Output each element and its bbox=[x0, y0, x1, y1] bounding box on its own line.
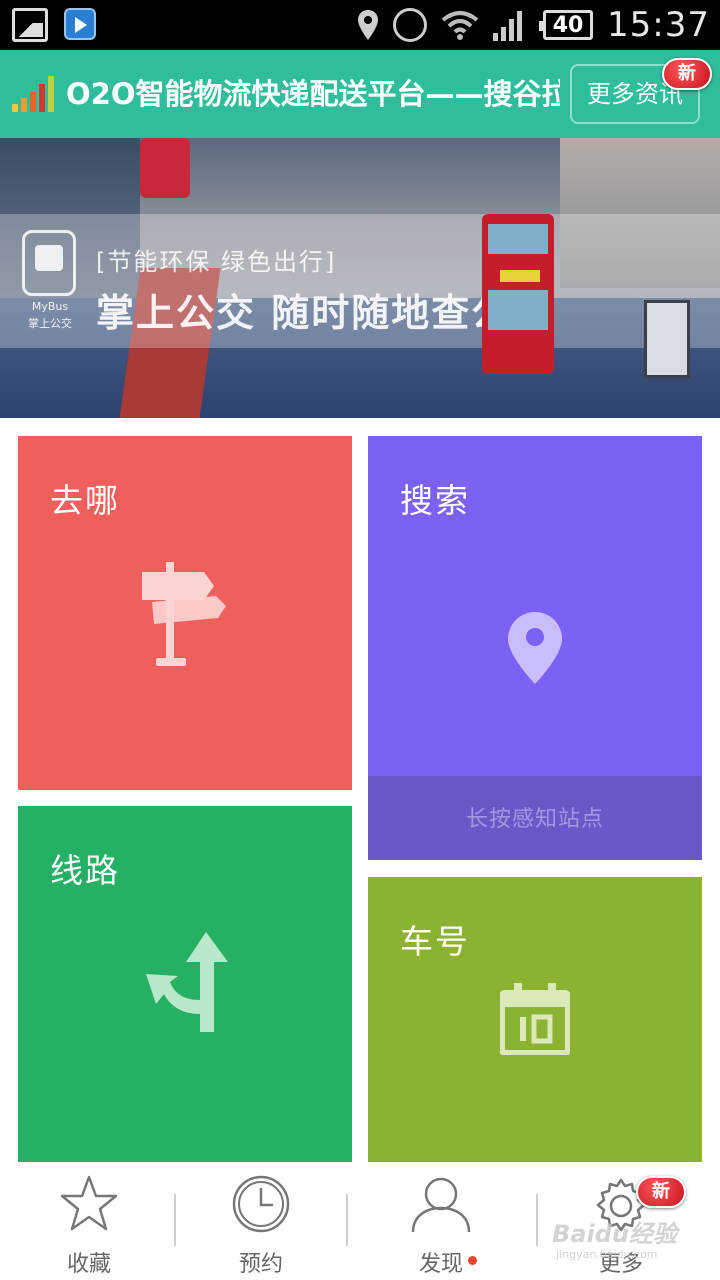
person-icon bbox=[411, 1177, 471, 1233]
new-badge: 新 bbox=[662, 58, 712, 90]
goto-tile-label: 去哪 bbox=[50, 481, 120, 520]
search-tile-hint: 长按感知站点 bbox=[368, 776, 702, 860]
banner-logo-en: MyBus bbox=[31, 300, 69, 313]
discover-notification-dot bbox=[468, 1256, 477, 1265]
app-header: O2O智能物流快递配送平台——搜谷拉 更多资讯 新 bbox=[0, 50, 720, 138]
search-tile[interactable]: 搜索 长按感知站点 bbox=[368, 436, 702, 860]
goto-tile[interactable]: 去哪 bbox=[18, 436, 352, 790]
clock-icon bbox=[232, 1175, 290, 1233]
wifi-status-icon bbox=[441, 11, 479, 40]
battery-indicator: 40 bbox=[539, 10, 594, 40]
nav-divider bbox=[174, 1194, 176, 1246]
status-time: 15:37 bbox=[607, 5, 710, 45]
nav-divider bbox=[346, 1194, 348, 1246]
gallery-notification-icon bbox=[12, 8, 48, 42]
mybus-logo-icon bbox=[22, 230, 76, 296]
nav-favorites[interactable]: 收藏 bbox=[14, 1172, 164, 1277]
alarm-status-icon bbox=[393, 8, 428, 42]
nav-divider bbox=[536, 1194, 538, 1246]
banner-photo-double-decker bbox=[482, 214, 554, 374]
banner-photo-bus-stop-sign bbox=[644, 300, 690, 378]
video-app-notification-icon bbox=[64, 8, 96, 40]
signpost-icon bbox=[142, 562, 226, 666]
more-new-badge: 新 bbox=[636, 1176, 686, 1208]
nav-reservation[interactable]: 预约 bbox=[186, 1172, 336, 1277]
banner-slogan: [节能环保 绿色出行] bbox=[96, 248, 337, 276]
nav-favorites-label: 收藏 bbox=[66, 1252, 111, 1277]
nav-discover-label: 发现 bbox=[418, 1252, 463, 1277]
calendar-icon bbox=[500, 983, 570, 1055]
status-bar: 40 15:37 bbox=[0, 0, 720, 50]
route-tile-label: 线路 bbox=[50, 851, 120, 890]
cell-signal-icon bbox=[493, 9, 529, 41]
plate-tile-label: 车号 bbox=[400, 922, 470, 961]
news-signal-icon bbox=[12, 74, 58, 112]
promo-banner[interactable]: MyBus 掌上公交 [节能环保 绿色出行] 掌上公交 随时随地查公交 bbox=[0, 138, 720, 418]
route-fork-icon bbox=[146, 932, 228, 1032]
banner-photo-red-bus bbox=[140, 138, 190, 198]
plate-tile[interactable]: 车号 bbox=[368, 877, 702, 1162]
baidu-watermark-url: jingyan.baidu.com bbox=[556, 1248, 658, 1261]
route-tile[interactable]: 线路 bbox=[18, 806, 352, 1162]
banner-logo-cn: 掌上公交 bbox=[28, 317, 72, 330]
nav-discover[interactable]: 发现 bbox=[366, 1172, 516, 1277]
location-pin-icon bbox=[508, 612, 562, 684]
location-status-icon bbox=[358, 10, 379, 40]
star-icon bbox=[60, 1175, 118, 1231]
search-tile-label: 搜索 bbox=[400, 481, 470, 520]
nav-reservation-label: 预约 bbox=[238, 1252, 283, 1277]
baidu-watermark: Baidu经验 bbox=[552, 1220, 677, 1248]
news-marquee[interactable]: O2O智能物流快递配送平台——搜谷拉 bbox=[66, 72, 560, 116]
